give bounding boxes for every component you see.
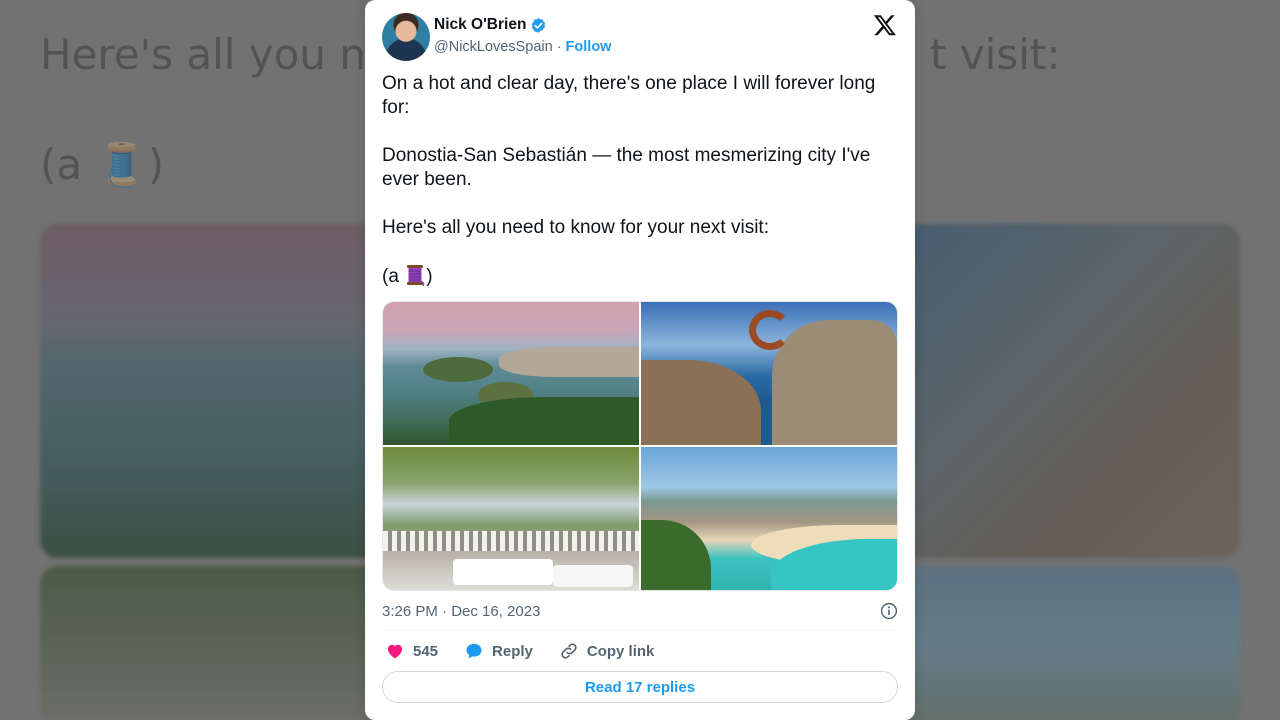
reply-bubble-icon [466, 643, 482, 659]
verified-badge-icon [532, 17, 546, 33]
heart-icon [387, 644, 403, 659]
tweet-paragraph-1: On a hot and clear day, there's one plac… [382, 73, 876, 118]
author-row: Nick O'Brien [434, 16, 547, 34]
handle-row: @NickLovesSpain · Follow [434, 39, 611, 55]
separator-dot: · [556, 39, 562, 55]
author-name[interactable]: Nick O'Brien [434, 16, 526, 34]
photo-bay-sunset[interactable] [383, 302, 639, 445]
follow-button[interactable]: Follow [566, 39, 612, 55]
photo-wind-comb-sculpture[interactable] [641, 302, 897, 445]
tweet-meta: 3:26 PM · Dec 16, 2023 [382, 600, 898, 622]
tweet-header: Nick O'Brien @NickLovesSpain · Follow [382, 13, 899, 63]
tweet-paragraph-4: (a ) [382, 264, 892, 289]
copy-link-label: Copy link [586, 642, 655, 660]
photo-island [423, 357, 493, 382]
photo-trees [449, 397, 639, 445]
link-icon [561, 643, 577, 659]
like-button[interactable]: 545 [385, 641, 438, 661]
avatar[interactable] [382, 13, 430, 61]
photo-city-shore [499, 347, 639, 377]
copy-link-button[interactable]: Copy link [559, 641, 655, 661]
photo-rocks-left [641, 360, 761, 445]
media-grid [382, 301, 898, 591]
timestamp[interactable]: 3:26 PM · Dec 16, 2023 [382, 603, 540, 620]
photo-balustrade [383, 531, 639, 551]
spool-of-thread-emoji-icon [407, 265, 425, 286]
thread-suffix: ) [426, 266, 433, 287]
tweet-paragraph-2: Donostia-San Sebastián — the most mesmer… [382, 145, 871, 190]
photo-table-second [553, 565, 633, 587]
info-icon[interactable] [880, 602, 898, 620]
photo-iron-sculpture [749, 310, 791, 350]
photo-foliage [641, 520, 711, 590]
photo-terrace-restaurant[interactable] [383, 447, 639, 590]
tweet-paragraph-3: Here's all you need to know for your nex… [382, 217, 769, 238]
divider [382, 630, 898, 631]
photo-table [453, 559, 553, 585]
reply-label: Reply [492, 642, 533, 660]
photo-la-concha-beach[interactable] [641, 447, 897, 590]
thread-prefix: (a [382, 266, 405, 287]
tweet-card: Nick O'Brien @NickLovesSpain · Follow On… [365, 0, 915, 720]
likes-count: 545 [413, 642, 439, 660]
action-bar: 545 Reply Copy link [385, 640, 680, 662]
author-handle[interactable]: @NickLovesSpain [434, 39, 553, 55]
x-logo-icon[interactable] [873, 13, 897, 37]
tweet-text: On a hot and clear day, there's one plac… [382, 72, 892, 289]
photo-rock-right [772, 320, 897, 445]
read-replies-button[interactable]: Read 17 replies [382, 671, 898, 703]
reply-button[interactable]: Reply [464, 641, 533, 661]
